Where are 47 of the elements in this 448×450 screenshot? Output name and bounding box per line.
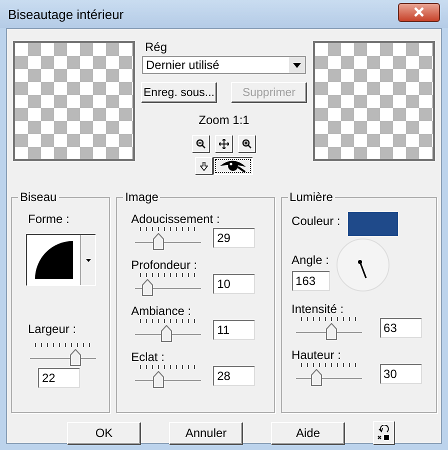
close-button[interactable] [398,2,440,22]
value-field[interactable]: 30 [380,364,422,384]
value-field[interactable]: 28 [213,366,256,386]
angle-field[interactable]: 163 [292,271,330,291]
slider-label: Hauteur : [292,348,341,362]
zoom-in-icon[interactable] [238,135,256,153]
value-field[interactable]: 29 [213,228,256,248]
window-title: Biseautage intérieur [8,6,124,22]
pan-icon[interactable] [215,135,233,153]
group-title: Image [123,190,160,204]
slider-label: Adoucissement : [131,212,220,226]
slider-thumb[interactable] [326,323,337,340]
slider-thumb[interactable] [310,369,322,386]
slider-label: Profondeur : [131,258,198,272]
caret-icon [86,258,90,262]
slider-label: Ambiance : [131,304,192,318]
save-as-button[interactable]: Enreg. sous... [141,82,217,103]
zoom-out-icon[interactable] [192,135,210,153]
slider-thumb[interactable] [142,279,153,296]
eye-icon[interactable] [213,157,253,175]
ok-button[interactable]: OK [67,422,141,444]
slider-thumb[interactable] [152,233,164,250]
color-label: Couleur : [292,214,340,228]
field-label: Forme : [28,212,70,226]
field-label: Largeur : [28,322,76,336]
zoom-label: Zoom 1:1 [198,113,250,127]
cancel-button[interactable]: Annuler [169,422,243,444]
shape-picker[interactable] [26,234,96,286]
slider-label: Intensité : [292,302,344,316]
close-icon [413,7,425,17]
presets-dropdown[interactable]: Dernier utilisé [142,56,306,74]
presets-label: Rég [145,40,168,54]
color-swatch[interactable] [348,212,398,236]
value-field[interactable]: 10 [213,274,256,294]
slider-thumb[interactable] [70,349,81,366]
angle-label: Angle : [292,253,329,267]
group-title: Lumière [288,190,335,204]
help-button[interactable]: Aide [271,422,345,444]
slider-thumb[interactable] [160,325,172,342]
group-title: Biseau [18,190,59,204]
value-field[interactable]: 22 [38,368,80,388]
value-field[interactable]: 11 [213,320,256,340]
value-field[interactable]: 63 [380,318,422,338]
reset-icon[interactable] [373,421,395,445]
slider-label: Eclat : [131,350,164,364]
caret-icon [293,62,301,68]
slider-thumb[interactable] [152,371,164,388]
